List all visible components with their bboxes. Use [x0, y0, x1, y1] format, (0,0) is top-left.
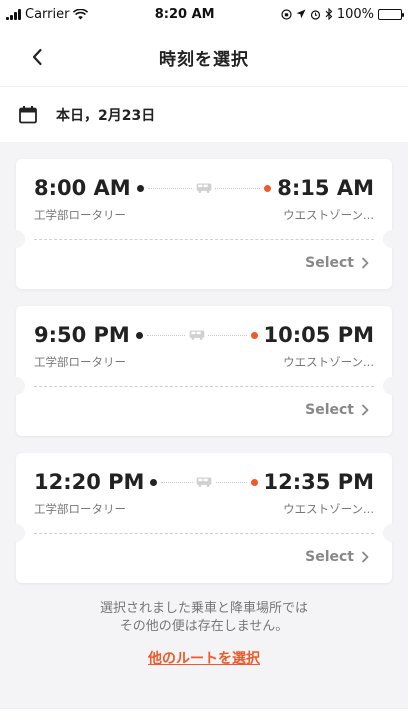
route-connector — [136, 178, 272, 198]
wifi-icon — [73, 8, 89, 19]
back-button[interactable] — [22, 42, 52, 72]
bus-icon — [185, 328, 208, 342]
orientation-lock-icon — [281, 8, 292, 20]
next-card-peek — [0, 708, 408, 718]
carrier-label: Carrier — [25, 6, 70, 22]
destination-stop: ウエストゾーン... — [283, 355, 374, 369]
arrival-time: 10:05 PM — [263, 323, 374, 347]
note-line-2: その他の便は存在しません。 — [119, 619, 289, 634]
departure-time: 8:00 AM — [34, 176, 131, 200]
origin-dot — [136, 184, 144, 192]
route-connector — [150, 472, 258, 492]
departure-time: 9:50 PM — [34, 323, 130, 347]
location-icon — [296, 9, 306, 19]
trip-card[interactable]: 9:50 PM 10:05 PM 工学部ロータリー ウエストゾーン... Sel… — [7, 306, 401, 436]
status-bar: Carrier 8:20 AM 100% — [0, 0, 408, 28]
card-divider — [34, 239, 374, 240]
date-label: 本日，2月23日 — [56, 107, 156, 124]
arrival-time: 12:35 PM — [263, 470, 374, 494]
calendar-icon — [19, 105, 37, 123]
destination-stop: ウエストゾーン... — [283, 208, 374, 222]
destination-stop: ウエストゾーン... — [283, 502, 374, 516]
destination-dot — [250, 478, 258, 486]
nav-bar: 時刻を選択 — [0, 28, 408, 86]
alarm-icon — [310, 9, 320, 20]
origin-stop: 工学部ロータリー — [34, 502, 126, 516]
trip-list: 8:00 AM 8:15 AM 工学部ロータリー ウエストゾーン... Sele… — [0, 142, 408, 668]
select-label: Select — [305, 402, 354, 418]
note-line-1: 選択されました乗車と降車場所では — [99, 601, 308, 616]
no-more-trips-note: 選択されました乗車と降車場所では その他の便は存在しません。 — [16, 600, 392, 636]
destination-dot — [264, 184, 272, 192]
card-divider — [34, 533, 374, 534]
chevron-right-icon — [362, 404, 369, 416]
select-label: Select — [305, 255, 354, 271]
clock: 8:20 AM — [154, 6, 215, 22]
select-button[interactable]: Select — [305, 402, 370, 418]
chevron-right-icon — [362, 257, 369, 269]
origin-dot — [135, 331, 143, 339]
route-connector — [135, 325, 258, 345]
select-button[interactable]: Select — [305, 255, 370, 271]
signal-icon — [6, 8, 21, 20]
choose-other-route-link[interactable]: 他のルートを選択 — [16, 648, 392, 668]
bus-icon — [193, 181, 215, 195]
chevron-left-icon — [32, 48, 42, 66]
page-title: 時刻を選択 — [159, 49, 249, 70]
bluetooth-icon — [325, 8, 333, 20]
date-selector[interactable]: 本日，2月23日 — [0, 86, 408, 142]
departure-time: 12:20 PM — [34, 470, 145, 494]
destination-dot — [250, 331, 258, 339]
battery-icon — [378, 8, 404, 20]
trip-card[interactable]: 12:20 PM 12:35 PM 工学部ロータリー ウエストゾーン... Se… — [7, 453, 401, 583]
arrival-time: 8:15 AM — [277, 176, 374, 200]
trip-card[interactable]: 8:00 AM 8:15 AM 工学部ロータリー ウエストゾーン... Sele… — [7, 159, 401, 289]
origin-dot — [150, 478, 158, 486]
origin-stop: 工学部ロータリー — [34, 355, 126, 369]
origin-stop: 工学部ロータリー — [34, 208, 126, 222]
select-label: Select — [305, 549, 354, 565]
battery-label: 100% — [336, 6, 374, 22]
card-divider — [34, 386, 374, 387]
select-button[interactable]: Select — [305, 549, 370, 565]
bus-icon — [193, 475, 215, 489]
chevron-right-icon — [362, 551, 369, 563]
